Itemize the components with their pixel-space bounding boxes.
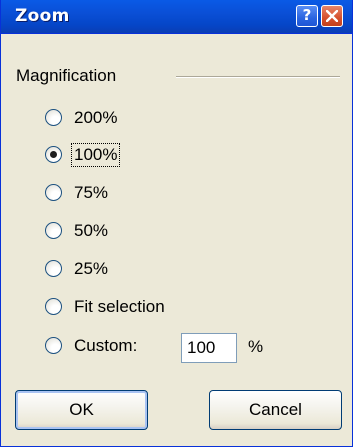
radio-label[interactable]: 100% [70,143,121,167]
group-divider [176,76,340,78]
radio-button[interactable] [45,109,62,126]
radio-label[interactable]: Custom: [74,335,137,357]
radio-label[interactable]: Fit selection [74,296,165,318]
title-bar[interactable]: Zoom ? [1,0,352,34]
close-button[interactable] [321,5,343,27]
custom-zoom-input[interactable] [181,333,237,363]
radio-label[interactable]: 200% [74,107,117,129]
ok-button[interactable]: OK [15,390,148,430]
help-icon: ? [302,6,312,24]
radio-button-selected[interactable] [45,146,62,163]
zoom-dialog: Zoom ? Magnification 200% 100% 75% 50% 2… [0,0,353,447]
radio-button[interactable] [45,260,62,277]
cancel-button[interactable]: Cancel [209,390,342,430]
radio-label[interactable]: 50% [74,220,108,242]
help-button[interactable]: ? [296,5,318,27]
window-title: Zoom [15,6,70,26]
magnification-group-label: Magnification [16,66,117,85]
close-icon [326,10,338,22]
radio-label[interactable]: 25% [74,258,108,280]
percent-unit-label: % [248,337,264,356]
radio-button[interactable] [45,184,62,201]
radio-button[interactable] [45,222,62,239]
radio-button[interactable] [45,337,62,354]
radio-label[interactable]: 75% [74,182,108,204]
radio-button[interactable] [45,298,62,315]
radio-dot-icon [50,151,57,158]
